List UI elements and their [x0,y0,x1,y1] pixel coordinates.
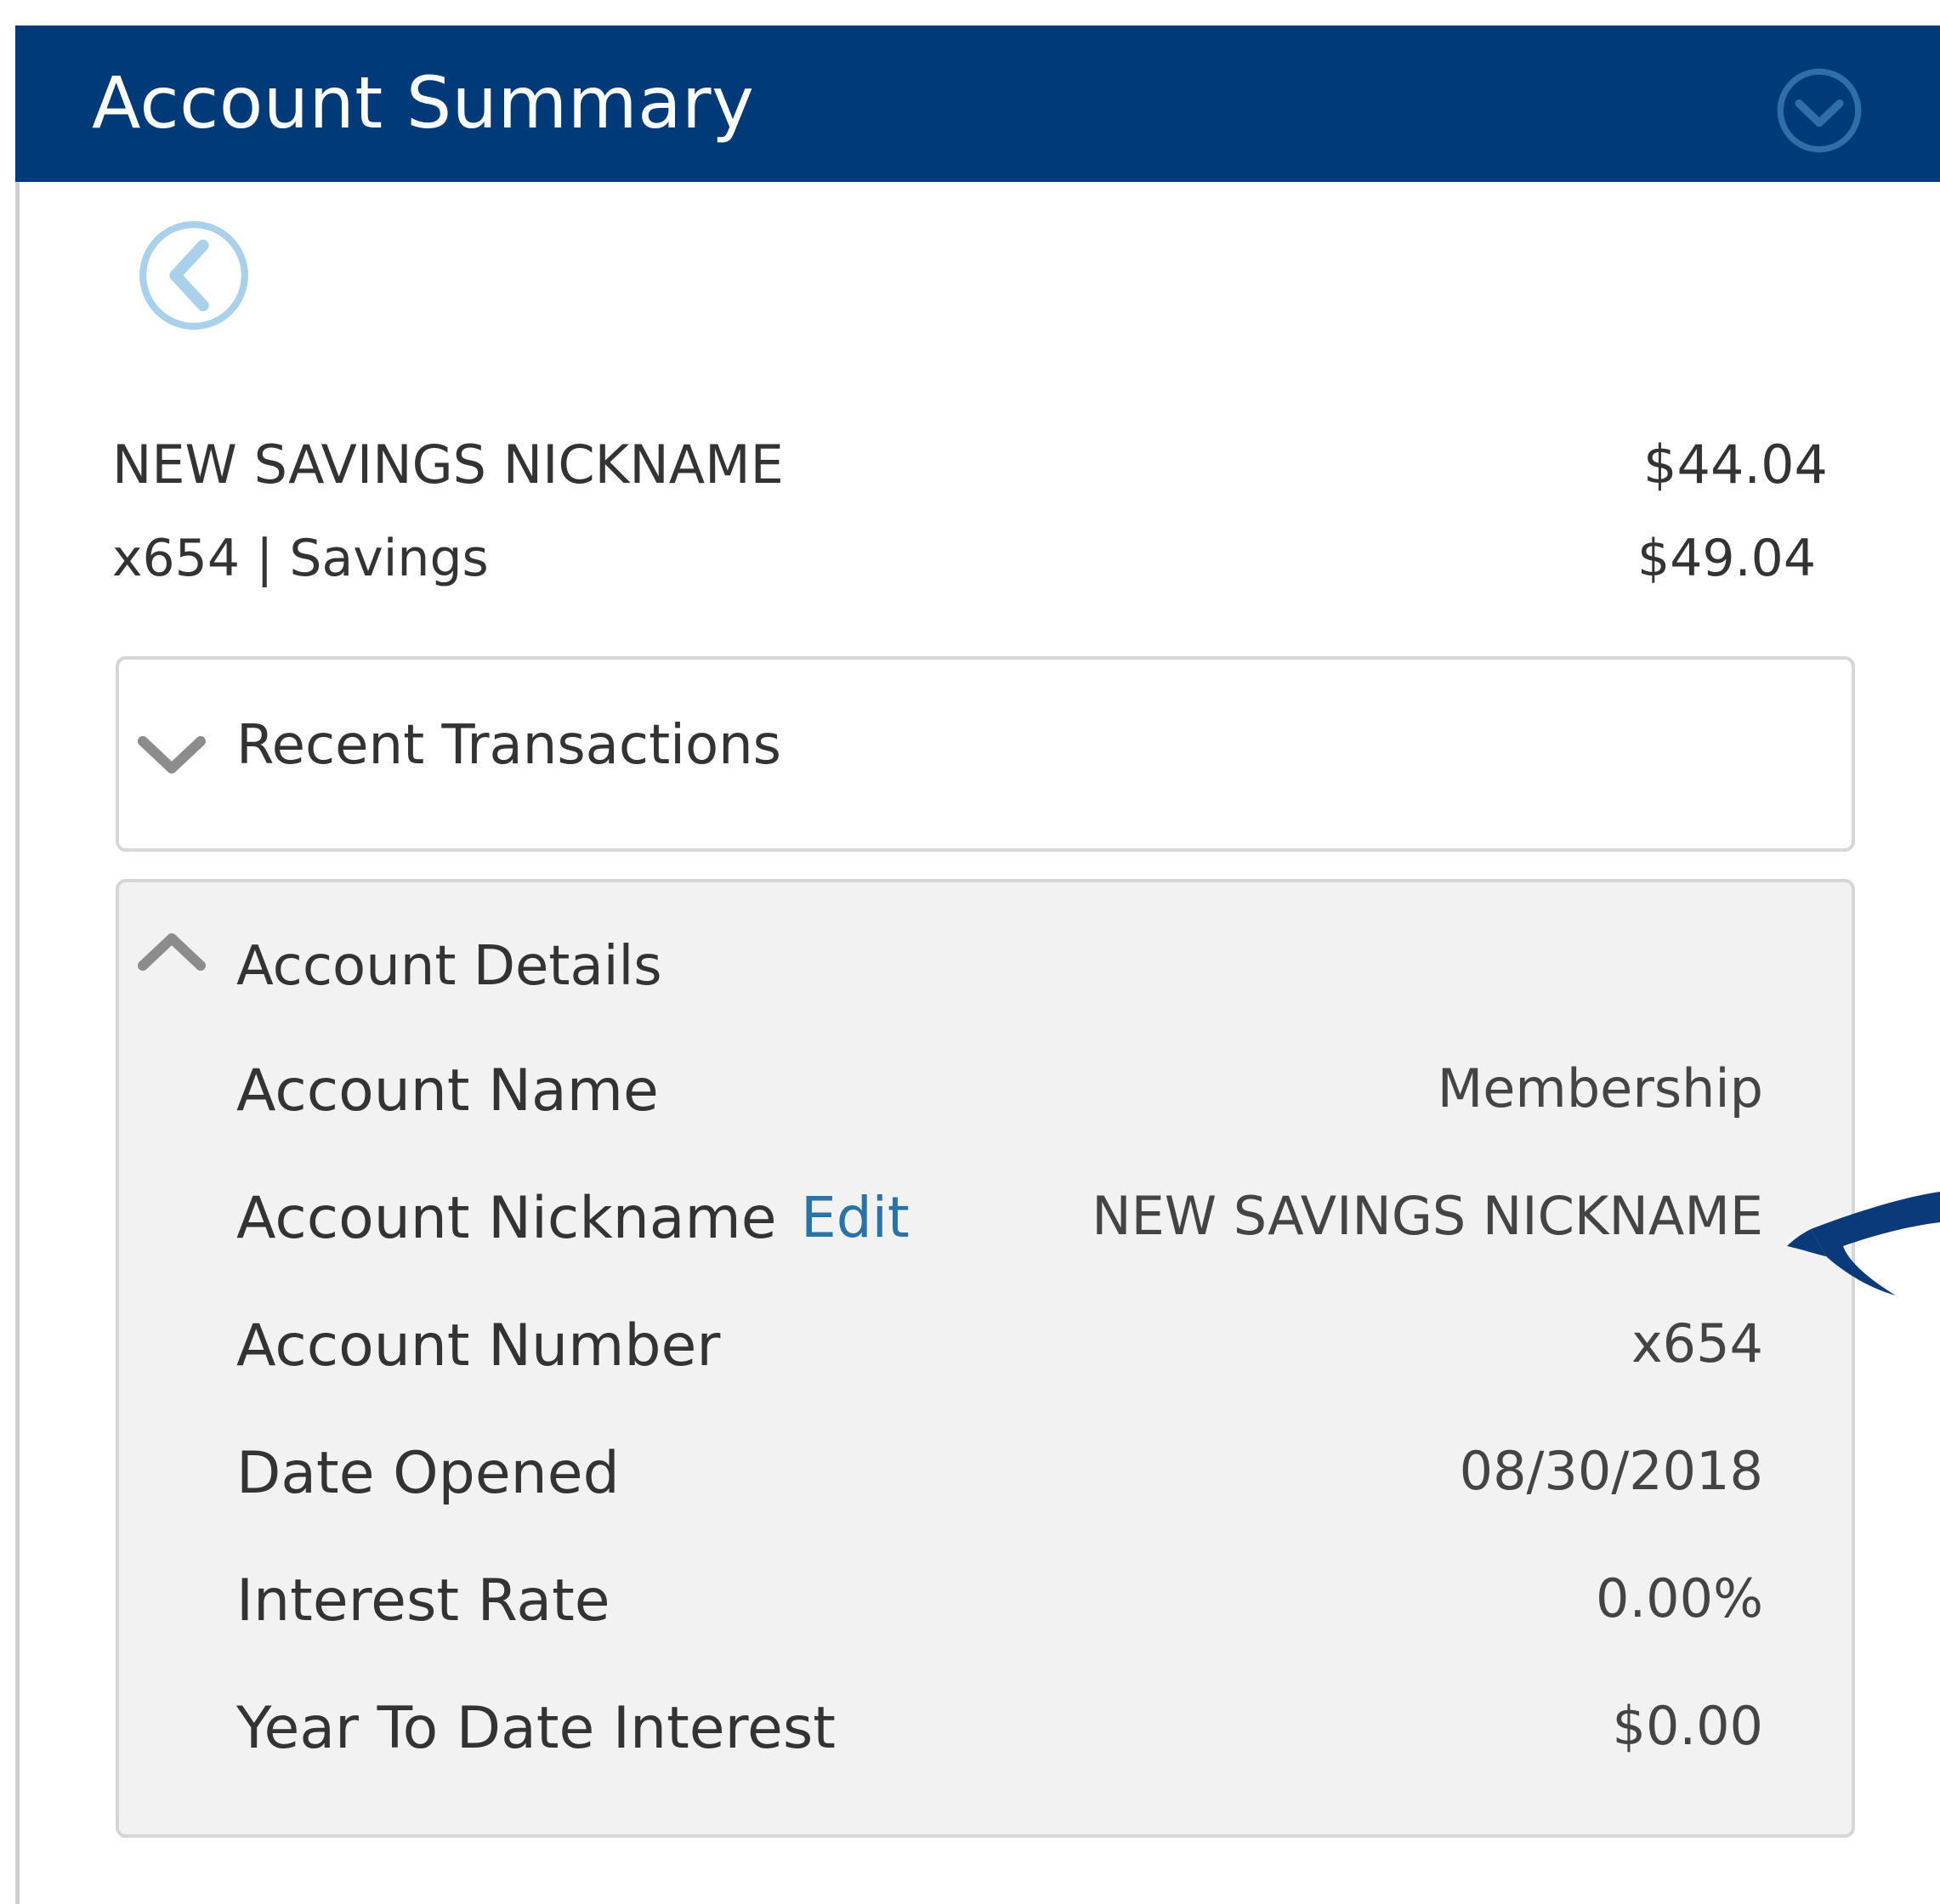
account-summary-header: Account Summary [15,26,1940,182]
detail-value: NEW SAVINGS NICKNAME [1092,1185,1763,1247]
account-details-panel: Account Details Account Name Membership … [116,879,1855,1838]
detail-row-account-number: Account Number x654 [236,1312,1763,1397]
recent-transactions-panel[interactable]: Recent Transactions [116,656,1855,852]
left-border [15,182,20,1904]
chevron-down-circle-icon[interactable] [1775,66,1863,155]
detail-value: x654 [1631,1312,1763,1374]
detail-row-account-name: Account Name Membership [236,1057,1763,1142]
account-subtitle: x654 | Savings [112,529,489,588]
detail-value: Membership [1437,1057,1763,1119]
detail-label: Interest Rate [236,1567,610,1635]
edit-nickname-link[interactable]: Edit [801,1185,910,1250]
page-title: Account Summary [92,61,755,144]
detail-label: Date Opened [236,1440,620,1507]
detail-value: $0.00 [1612,1695,1764,1757]
detail-value: 0.00% [1596,1567,1763,1629]
recent-transactions-title: Recent Transactions [236,714,781,777]
current-balance: $44.04 [1643,434,1828,496]
account-details-title: Account Details [236,935,662,998]
chevron-left-circle-icon[interactable] [136,218,252,333]
detail-row-date-opened: Date Opened 08/30/2018 [236,1440,1763,1525]
detail-row-account-nickname: Account Nickname Edit NEW SAVINGS NICKNA… [236,1185,1763,1270]
detail-label: Account Name [236,1057,659,1125]
account-nickname-heading: NEW SAVINGS NICKNAME [112,434,784,496]
detail-label: Year To Date Interest [236,1695,836,1762]
detail-label: Account Nickname [236,1185,777,1252]
detail-row-interest-rate: Interest Rate 0.00% [236,1567,1763,1652]
detail-row-ytd-interest: Year To Date Interest $0.00 [236,1695,1763,1780]
available-balance: $49.04 [1637,529,1816,588]
chevron-down-icon [138,736,206,774]
detail-label: Account Number [236,1312,721,1380]
pointer-arrow-icon [1787,1192,1940,1295]
chevron-up-icon[interactable] [138,930,206,974]
detail-value: 08/30/2018 [1459,1440,1763,1502]
